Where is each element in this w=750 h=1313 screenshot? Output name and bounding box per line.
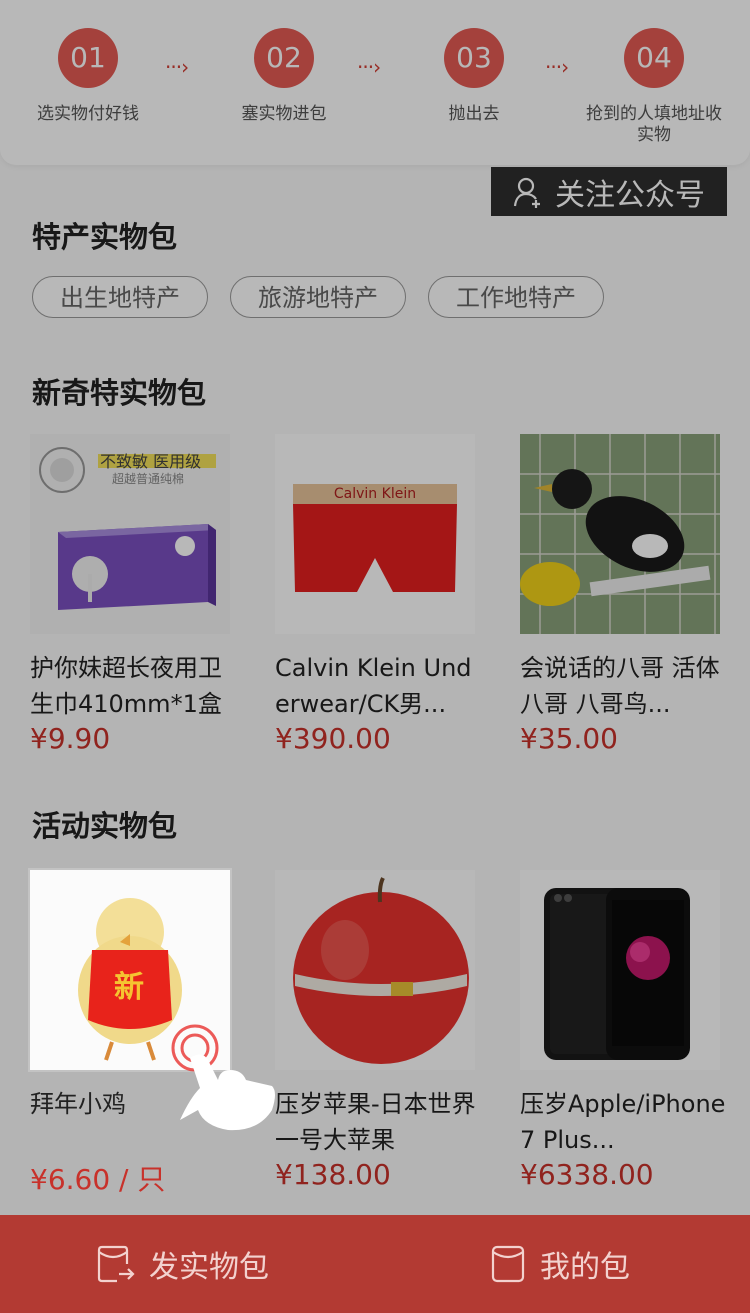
step-label: 塞实物进包 [241, 104, 327, 124]
arrow-right-icon: ···› [545, 55, 569, 79]
product-price: ¥9.90 [30, 722, 111, 755]
product-image[interactable] [520, 434, 720, 634]
product-image-subtext: 超越普通纯棉 [112, 472, 185, 486]
follow-label: 关注公众号 [555, 177, 705, 213]
tap-hand-icon [171, 1024, 275, 1131]
product-name: 压岁苹果-日本世界一号大苹果 [275, 1090, 476, 1154]
person-add-icon [513, 177, 540, 208]
step-number: 04 [624, 28, 684, 88]
product-price: ¥6338.00 [520, 1158, 654, 1191]
step-number: 03 [444, 28, 504, 88]
arrow-right-icon: ···› [357, 55, 381, 79]
product-image[interactable]: Calvin Klein [275, 434, 475, 634]
iphone-image [544, 888, 690, 1060]
product-card[interactable]: 压岁Apple/iPhone7 Plus... ¥6338.00 [520, 870, 730, 1191]
step-label: 选实物付好钱 [37, 104, 139, 124]
step-label: 抛出去 [448, 104, 500, 124]
product-image[interactable] [275, 870, 475, 1070]
step-number: 01 [58, 28, 118, 88]
tab-label: 发实物包 [149, 1250, 269, 1285]
chip-work-specialty[interactable]: 工作地特产 [428, 276, 604, 318]
product-price: ¥6.60 / 只 [30, 1163, 166, 1196]
page: 01 选实物付好钱 ···› 02 塞实物进包 ···› 03 抛出去 ···›… [0, 0, 750, 1313]
step-2: 02 塞实物进包 [222, 28, 346, 125]
product-price: ¥138.00 [275, 1158, 391, 1191]
section-title-novelty: 新奇特实物包 [32, 376, 207, 410]
product-image-text: 不致敏 医用级 [100, 452, 202, 471]
tab-send-package[interactable]: 发实物包 [95, 1215, 269, 1313]
tab-label: 我的包 [540, 1250, 630, 1285]
section-title-activity: 活动实物包 [32, 809, 178, 843]
product-card[interactable]: 不致敏 医用级 超越普通纯棉 护你妹超长夜用卫生巾410mm*1盒 ¥9.90 [30, 434, 240, 755]
steps-card: 01 选实物付好钱 ···› 02 塞实物进包 ···› 03 抛出去 ···›… [0, 0, 750, 165]
product-image[interactable]: 不致敏 医用级 超越普通纯棉 [30, 434, 230, 634]
step-1: 01 选实物付好钱 [26, 28, 150, 125]
product-name: Calvin Klein Underwear/CK男... [275, 654, 472, 718]
arrow-right-icon: ···› [165, 55, 189, 79]
step-3: 03 抛出去 [412, 28, 536, 125]
product-price: ¥35.00 [520, 722, 618, 755]
tab-my-bag[interactable]: 我的包 [490, 1215, 630, 1313]
chip-travel-specialty[interactable]: 旅游地特产 [230, 276, 406, 318]
step-4: 04 抢到的人填地址收实物 [584, 28, 724, 146]
product-name: 会说话的八哥 活体八哥 八哥鸟... [520, 654, 720, 718]
product-image-text: Calvin Klein [333, 486, 417, 502]
send-package-icon [97, 1245, 135, 1283]
product-name: 护你妹超长夜用卫生巾410mm*1盒 [30, 654, 222, 718]
myna-bird-image [520, 434, 720, 634]
chip-birthplace-specialty[interactable]: 出生地特产 [32, 276, 208, 318]
follow-official-account-button[interactable]: 关注公众号 [491, 167, 727, 216]
underwear-image [293, 484, 457, 592]
my-bag-icon [491, 1245, 525, 1283]
product-card[interactable]: Calvin Klein Calvin Klein Underwear/CK男.… [275, 434, 485, 755]
apple-image [293, 877, 469, 1064]
bottom-tab-bar: 发实物包 我的包 [0, 1215, 750, 1313]
product-price: ¥390.00 [275, 722, 391, 755]
product-card[interactable]: 会说话的八哥 活体八哥 八哥鸟... ¥35.00 [520, 434, 730, 755]
product-card[interactable]: 压岁苹果-日本世界一号大苹果 ¥138.00 [275, 870, 485, 1191]
step-number: 02 [254, 28, 314, 88]
step-label: 抢到的人填地址收实物 [586, 104, 722, 145]
section-title-specialty: 特产实物包 [32, 220, 178, 254]
product-image[interactable] [520, 870, 720, 1070]
product-name: 压岁Apple/iPhone7 Plus... [520, 1090, 726, 1154]
